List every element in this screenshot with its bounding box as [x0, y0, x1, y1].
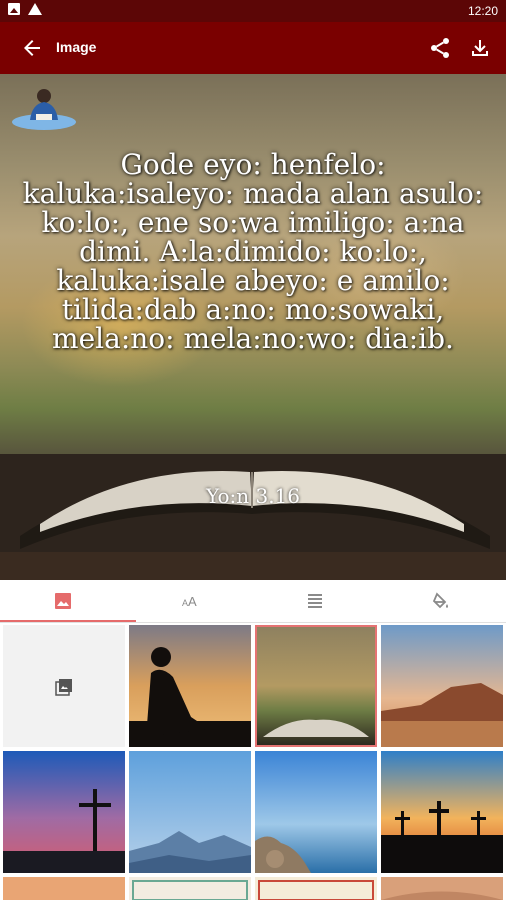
praying-figure-logo — [12, 89, 76, 130]
tab-color-fill[interactable] — [378, 580, 504, 622]
background-thumbnail[interactable] — [381, 625, 503, 747]
download-icon[interactable] — [468, 36, 492, 60]
app-bar: Image — [0, 22, 506, 74]
background-thumbnail[interactable] — [129, 625, 251, 747]
warning-notification-icon — [28, 3, 42, 15]
background-thumbnail[interactable] — [255, 877, 377, 900]
share-icon[interactable] — [428, 36, 452, 60]
verse-image-preview: Gode eyo: henfelo: kaluka:isaleyo: mada … — [0, 74, 506, 580]
background-grid — [0, 623, 506, 900]
align-icon — [305, 591, 325, 611]
background-thumbnail[interactable] — [255, 751, 377, 873]
notification-icons — [8, 3, 42, 15]
image-icon — [53, 591, 73, 611]
verse-reference: Yo:n 3.16 — [205, 484, 300, 508]
background-thumbnail[interactable] — [381, 877, 503, 900]
text-size-icon: AA — [179, 591, 199, 611]
arrow-back-icon[interactable] — [20, 36, 44, 60]
tab-text-align[interactable] — [252, 580, 378, 622]
page-title: Image — [56, 39, 97, 55]
verse-text: Gode eyo: henfelo: kaluka:isaleyo: mada … — [22, 148, 484, 355]
photo-library-icon — [55, 678, 73, 696]
background-thumbnail[interactable] — [381, 751, 503, 873]
status-time: 12:20 — [467, 4, 498, 18]
background-thumbnail[interactable] — [129, 877, 251, 900]
status-bar: 12:20 — [0, 0, 506, 22]
tab-background-image[interactable] — [0, 580, 136, 622]
background-thumbnail[interactable] — [3, 751, 125, 873]
background-thumbnail[interactable] — [129, 751, 251, 873]
image-notification-icon — [8, 3, 20, 15]
background-thumbnail[interactable] — [3, 877, 125, 900]
gallery-picker-tile[interactable] — [3, 625, 125, 747]
svg-text:A: A — [188, 594, 197, 609]
editor-tabs: AA — [0, 580, 506, 623]
paint-bucket-icon — [431, 591, 451, 611]
background-thumbnail-selected[interactable] — [255, 625, 377, 747]
tab-text-size[interactable]: AA — [126, 580, 252, 622]
